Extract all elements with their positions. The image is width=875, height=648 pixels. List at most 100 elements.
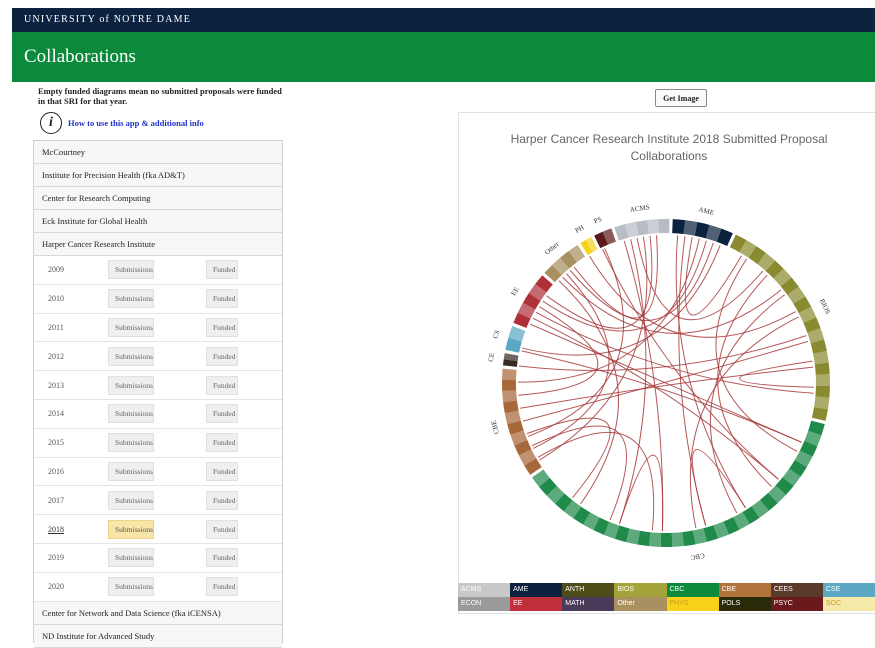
- group-arc-segment[interactable]: [811, 407, 828, 421]
- group-label: AME: [698, 206, 715, 217]
- group-arc-segment[interactable]: [502, 390, 518, 403]
- legend-item: Other: [614, 597, 667, 611]
- funded-button[interactable]: Funded: [206, 317, 238, 337]
- info-icon[interactable]: i: [40, 112, 62, 134]
- chord-chart-card: Harper Cancer Research Institute 2018 Su…: [458, 112, 875, 614]
- group-arc-segment[interactable]: [672, 219, 686, 235]
- year-row: 2018 Submissions Funded: [34, 515, 282, 544]
- institute-header[interactable]: Center for Research Computing: [34, 187, 282, 210]
- funded-button[interactable]: Funded: [206, 519, 238, 539]
- legend-item: BIOS: [614, 583, 667, 597]
- year-row: 2011 Submissions Funded: [34, 313, 282, 343]
- university-brand[interactable]: UNIVERSITY of NOTRE DAME: [24, 14, 191, 25]
- year-row: 2013 Submissions Funded: [34, 371, 282, 400]
- funded-button[interactable]: Funded: [206, 490, 238, 510]
- year-label[interactable]: 2015: [48, 438, 64, 447]
- submissions-button[interactable]: Submissions: [108, 548, 154, 568]
- group-label: ACMS: [629, 203, 650, 214]
- year-label[interactable]: 2018: [48, 525, 64, 534]
- submissions-button[interactable]: Submissions: [108, 317, 154, 337]
- institute-header[interactable]: Eck Institute for Global Health: [34, 210, 282, 233]
- funded-button[interactable]: Funded: [206, 404, 238, 424]
- group-arc-segment[interactable]: [658, 218, 670, 234]
- funded-button[interactable]: Funded: [206, 577, 238, 597]
- year-label[interactable]: 2011: [48, 323, 64, 332]
- funded-button[interactable]: Funded: [206, 433, 238, 453]
- submissions-button[interactable]: Submissions: [108, 404, 154, 424]
- legend-item: SOC: [822, 597, 875, 611]
- institute-header[interactable]: McCourtney: [34, 141, 282, 164]
- funded-button[interactable]: Funded: [206, 548, 238, 568]
- empty-diagram-notice: Empty funded diagrams mean no submitted …: [38, 86, 282, 106]
- year-label[interactable]: 2013: [48, 381, 64, 390]
- institute-header[interactable]: Institute for Precision Health (fka AD&T…: [34, 164, 282, 187]
- legend-item: CEES: [770, 583, 823, 597]
- page-title: Collaborations: [24, 46, 136, 67]
- submissions-button[interactable]: Submissions: [108, 433, 154, 453]
- submissions-button[interactable]: Submissions: [108, 490, 154, 510]
- year-row: 2009 Submissions Funded: [34, 256, 282, 285]
- group-label: EE: [510, 286, 521, 297]
- year-label[interactable]: 2012: [48, 352, 64, 361]
- chord-link: [522, 340, 809, 422]
- chord-link: [709, 294, 786, 514]
- legend-item: AME: [510, 583, 563, 597]
- group-arc-segment[interactable]: [647, 219, 659, 234]
- funded-button[interactable]: Funded: [206, 375, 238, 395]
- legend-item: ANTH: [562, 583, 615, 597]
- chord-link: [530, 323, 802, 443]
- submissions-button[interactable]: Submissions: [108, 519, 154, 539]
- submissions-button[interactable]: Submissions: [108, 260, 154, 280]
- year-label[interactable]: 2009: [48, 265, 64, 274]
- page-header: Collaborations: [12, 32, 875, 82]
- funded-button[interactable]: Funded: [206, 461, 238, 481]
- funded-button[interactable]: Funded: [206, 260, 238, 280]
- year-row: 2017 Submissions Funded: [34, 486, 282, 516]
- group-label: CS: [491, 329, 501, 340]
- submissions-button[interactable]: Submissions: [108, 375, 154, 395]
- help-link[interactable]: How to use this app & additional info: [68, 118, 204, 128]
- institute-header[interactable]: Center for Network and Data Science (fka…: [34, 601, 282, 625]
- group-label: BIOS: [818, 298, 832, 316]
- institute-header[interactable]: ND Institute for Advanced Study: [34, 624, 282, 648]
- submissions-button[interactable]: Submissions: [108, 577, 154, 597]
- year-row: 2014 Submissions Funded: [34, 399, 282, 429]
- group-arc-segment[interactable]: [671, 532, 684, 547]
- legend-item: ACMS: [458, 583, 511, 597]
- year-row: 2010 Submissions Funded: [34, 284, 282, 314]
- legend-item: EE: [510, 597, 563, 611]
- year-label[interactable]: 2014: [48, 409, 64, 418]
- year-label[interactable]: 2019: [48, 553, 64, 562]
- group-arc-segment[interactable]: [502, 379, 517, 391]
- group-arc-segment[interactable]: [649, 532, 662, 547]
- year-label[interactable]: 2017: [48, 496, 64, 505]
- legend-item: POLS: [718, 597, 771, 611]
- legend-item: CSE: [822, 583, 875, 597]
- submissions-button[interactable]: Submissions: [108, 346, 154, 366]
- funded-button[interactable]: Funded: [206, 346, 238, 366]
- chord-link: [546, 235, 653, 329]
- legend-item: ECON: [458, 597, 511, 611]
- chord-link: [521, 350, 802, 443]
- legend-item: CBC: [666, 583, 719, 597]
- group-label: PH: [574, 224, 586, 235]
- group-arc-segment[interactable]: [815, 374, 830, 386]
- get-image-button[interactable]: Get Image: [655, 89, 707, 107]
- group-arc-segment[interactable]: [815, 385, 830, 398]
- group-arc-segment[interactable]: [814, 396, 830, 410]
- year-label[interactable]: 2010: [48, 294, 64, 303]
- group-arc-segment[interactable]: [814, 362, 830, 375]
- group-arc-segment[interactable]: [660, 532, 673, 547]
- chord-link: [535, 311, 814, 394]
- year-label[interactable]: 2016: [48, 467, 64, 476]
- legend-item: MATH: [562, 597, 615, 611]
- funded-button[interactable]: Funded: [206, 289, 238, 309]
- submissions-button[interactable]: Submissions: [108, 461, 154, 481]
- year-row: 2020 Submissions Funded: [34, 572, 282, 602]
- institute-header[interactable]: Harper Cancer Research Institute: [34, 233, 282, 256]
- submissions-button[interactable]: Submissions: [108, 289, 154, 309]
- legend-item: PSYC: [770, 597, 823, 611]
- group-arc-segment[interactable]: [502, 368, 517, 381]
- year-label[interactable]: 2020: [48, 582, 64, 591]
- year-row: 2015 Submissions Funded: [34, 428, 282, 458]
